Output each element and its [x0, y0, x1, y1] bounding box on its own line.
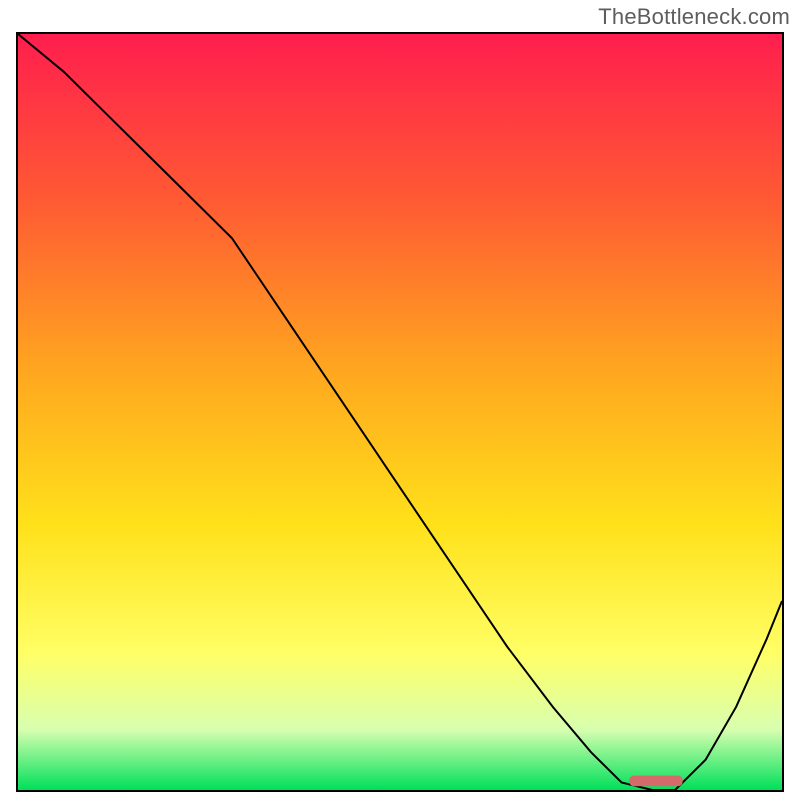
attribution-text: TheBottleneck.com	[598, 4, 790, 30]
optimal-range-marker	[629, 776, 682, 787]
chart-svg	[18, 34, 782, 790]
gradient-background	[18, 34, 782, 790]
chart-container: TheBottleneck.com	[0, 0, 800, 800]
plot-area	[16, 32, 784, 792]
